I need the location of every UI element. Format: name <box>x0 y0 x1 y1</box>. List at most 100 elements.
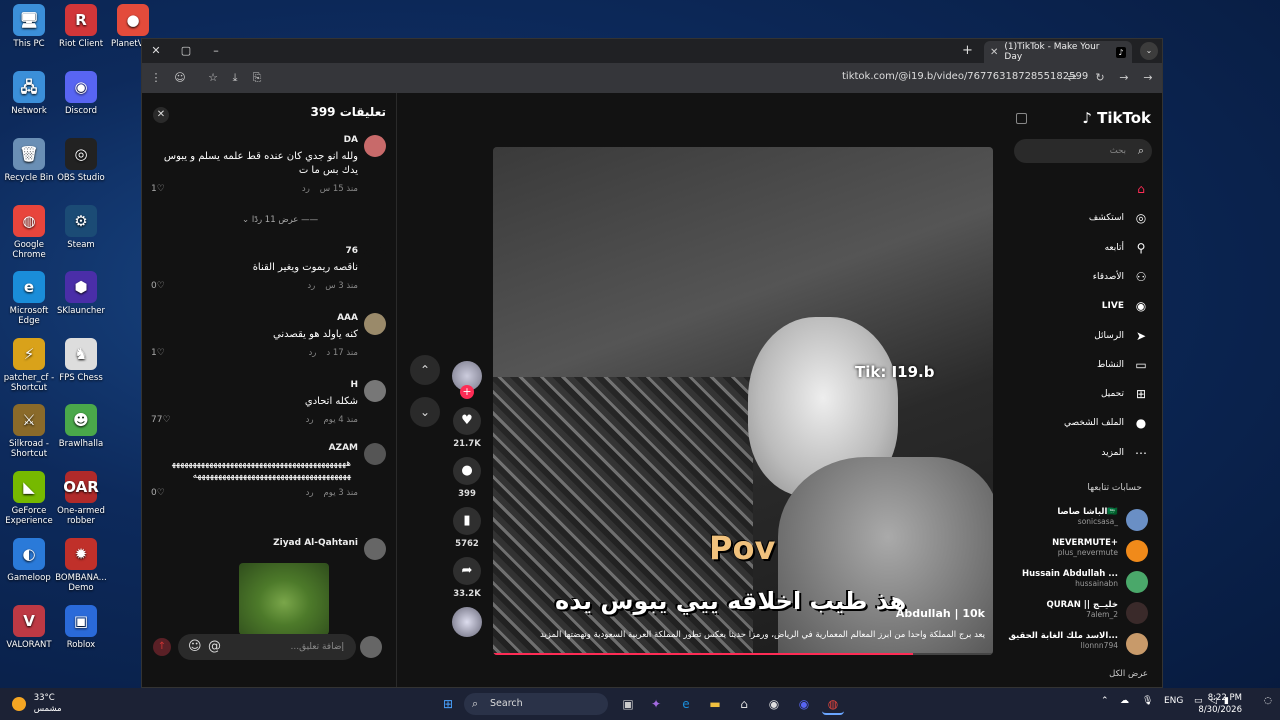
comment-username[interactable]: Ziyad Al-Qahtani <box>151 538 358 548</box>
search-icon[interactable]: ⌕ <box>1138 139 1144 163</box>
desktop-icon[interactable]: ◎ OBS Studio <box>52 138 110 183</box>
sidebar-nav-item[interactable]: ⌂ <box>1010 178 1150 200</box>
comment-like-button[interactable]: 0♡ <box>151 488 165 498</box>
sidebar-nav-item[interactable]: تحميل ⊞ <box>1010 383 1150 405</box>
desktop-icon[interactable]: 🗑 Recycle Bin <box>0 138 58 183</box>
see-all-link[interactable]: عرض الكل <box>1109 669 1148 679</box>
desktop-icon[interactable]: OAR One-armed robber <box>52 471 110 526</box>
bookmark-icon[interactable]: ▮ <box>453 507 481 535</box>
like-icon[interactable]: ♥ <box>453 407 481 435</box>
store-icon[interactable]: ⌂ <box>733 693 755 715</box>
reply-button[interactable]: رد <box>308 348 316 358</box>
reply-button[interactable]: رد <box>306 488 314 498</box>
avatar[interactable] <box>364 246 386 268</box>
back-icon[interactable]: → <box>1140 70 1156 86</box>
comment-like-button[interactable]: 77♡ <box>151 415 171 425</box>
view-replies-toggle[interactable]: ⌄ عرض 11 ردًا —— <box>242 215 318 225</box>
video-progress-bar[interactable] <box>493 653 993 655</box>
desktop-icon[interactable]: R Riot Client <box>52 4 110 49</box>
site-settings-icon[interactable]: ⇌ <box>1064 70 1080 86</box>
taskbar-search[interactable]: ⌕ Search <box>464 693 608 715</box>
comment-username[interactable]: 76 <box>151 246 358 256</box>
desktop-icon[interactable]: ▣ Roblox <box>52 605 110 650</box>
video-description[interactable]: يعد برج المملكة واحدا من أبرز المعالم ال… <box>505 630 985 640</box>
install-app-icon[interactable]: ⤓ <box>227 70 243 86</box>
close-window-icon[interactable]: ✕ <box>148 43 164 59</box>
avatar[interactable] <box>364 313 386 335</box>
desktop-icon[interactable]: V VALORANT <box>0 605 58 650</box>
following-account[interactable]: الاسد ملك الغابة الحقيق... llonnn794 <box>1008 631 1148 657</box>
video-player[interactable]: Tik: I19.b Pov هذ طيب اخلاقه ييي يبوس يد… <box>493 147 993 655</box>
language-indicator[interactable]: ENG <box>1164 696 1183 706</box>
new-tab-button[interactable]: + <box>962 43 973 58</box>
comment-like-button[interactable]: 1♡ <box>151 348 165 358</box>
comment-username[interactable]: AAA <box>151 313 358 323</box>
send-comment-button[interactable]: ↑ <box>153 638 171 656</box>
following-account[interactable]: QURAN || خليــج 7alem_2 <box>1008 600 1148 626</box>
comment-icon[interactable]: ● <box>453 457 481 485</box>
comment-username[interactable]: H <box>151 380 358 390</box>
comment-input[interactable]: إضافة تعليق... ☺ @ <box>178 634 356 660</box>
file-explorer-icon[interactable]: ▬ <box>704 693 726 715</box>
profile-icon[interactable]: ☺ <box>172 70 188 86</box>
desktop-icon[interactable]: ⚙ Steam <box>52 205 110 250</box>
sidebar-nav-item[interactable]: الملف الشخصي ● <box>1010 412 1150 434</box>
avatar[interactable] <box>364 135 386 157</box>
desktop-icon[interactable]: ◍ Google Chrome <box>0 205 58 260</box>
reload-icon[interactable]: ↻ <box>1092 70 1108 86</box>
reply-button[interactable]: رد <box>307 281 315 291</box>
close-comments-button[interactable]: ✕ <box>153 107 169 123</box>
following-account[interactable]: Hussain Abdullah ... hussainabn <box>1008 569 1148 595</box>
mention-icon[interactable]: @ <box>208 634 221 660</box>
comment-action[interactable]: ● 399 <box>450 457 484 499</box>
sidebar-nav-item[interactable]: استكشف ◎ <box>1010 207 1150 229</box>
translate-icon[interactable]: ⎘ <box>249 70 265 86</box>
share-action[interactable]: ➦ 33.2K <box>450 557 484 599</box>
next-video-button[interactable]: ⌄ <box>410 397 440 427</box>
tiktok-logo[interactable]: ♪ TikTok <box>1082 109 1151 127</box>
desktop-icon[interactable]: ⚡ patcher_cf - Shortcut <box>0 338 58 393</box>
following-account[interactable]: الباشا صاصا🇸🇦 sonicsasa_ <box>1008 507 1148 533</box>
minimize-icon[interactable]: – <box>208 43 224 59</box>
github-icon[interactable]: ◉ <box>763 693 785 715</box>
notifications-icon[interactable]: ◌ <box>1264 696 1272 706</box>
previous-video-button[interactable]: ⌃ <box>410 355 440 385</box>
music-disc-avatar[interactable] <box>452 607 482 637</box>
microphone-icon[interactable]: 🎙 <box>1142 696 1153 706</box>
reply-button[interactable]: رد <box>302 184 310 194</box>
creator-avatar[interactable]: + <box>452 361 482 399</box>
following-account[interactable]: NEVERMUTE+ plus_nevermute <box>1008 538 1148 564</box>
weather-widget[interactable]: 33°C مشمس <box>12 693 62 715</box>
comment-like-button[interactable]: 1♡ <box>151 184 165 194</box>
menu-icon[interactable]: ⋮ <box>148 70 164 86</box>
desktop-icon[interactable]: ⬢ SKlauncher <box>52 271 110 316</box>
discord-icon[interactable]: ◉ <box>793 693 815 715</box>
close-tab-icon[interactable]: ✕ <box>990 47 998 58</box>
forward-icon[interactable]: → <box>1116 70 1132 86</box>
desktop-icon[interactable]: ✹ BOMBANA... Demo <box>52 538 110 593</box>
collapse-sidebar-icon[interactable] <box>1016 113 1027 124</box>
task-view-icon[interactable]: ▣ <box>617 693 639 715</box>
avatar[interactable] <box>364 538 386 560</box>
sidebar-nav-item[interactable]: أتابعه ⚲ <box>1010 237 1150 259</box>
sidebar-nav-item[interactable]: الرسائل ➤ <box>1010 325 1150 347</box>
comment-like-button[interactable]: 0♡ <box>151 281 165 291</box>
desktop-icon[interactable]: ◐ Gameloop <box>0 538 58 583</box>
share-icon[interactable]: ➦ <box>453 557 481 585</box>
emoji-icon[interactable]: ☺ <box>188 634 202 660</box>
follow-plus-icon[interactable]: + <box>460 385 474 399</box>
start-icon[interactable]: ⊞ <box>437 693 459 715</box>
desktop-icon[interactable]: 🖥 This PC <box>0 4 58 49</box>
comment-username[interactable]: DA <box>151 135 358 145</box>
tab-search-icon[interactable]: ⌄ <box>1140 42 1158 60</box>
tray-overflow-icon[interactable]: ⌃ <box>1101 696 1109 706</box>
address-bar[interactable]: tiktok.com/@i19.b/video/7677631872855182… <box>842 71 1088 82</box>
avatar[interactable] <box>364 380 386 402</box>
desktop-icon[interactable]: ♞ FPS Chess <box>52 338 110 383</box>
tab-tiktok[interactable]: ✕ (1)TikTok - Make Your Day ♪ <box>984 41 1132 63</box>
cloud-icon[interactable]: ☁ <box>1120 696 1129 706</box>
video-creator-name[interactable]: Abdullah | 10k <box>896 607 985 620</box>
bookmark-star-icon[interactable]: ☆ <box>205 70 221 86</box>
desktop-icon[interactable]: ⚔ Silkroad - Shortcut <box>0 404 58 459</box>
comment-username[interactable]: AZAM <box>151 443 358 453</box>
